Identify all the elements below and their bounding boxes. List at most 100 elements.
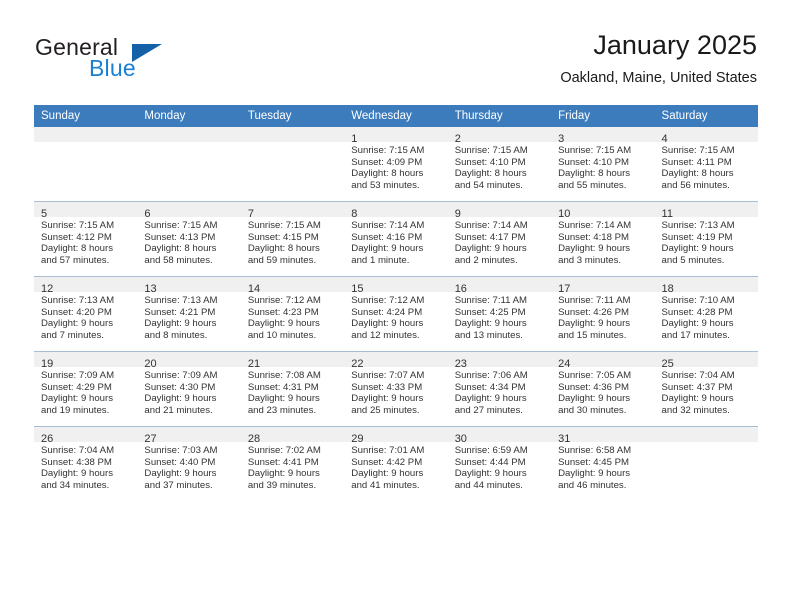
- day-number-band: 24: [551, 352, 655, 370]
- calendar-day-cell[interactable]: 7 Sunrise: 7:15 AM Sunset: 4:15 PM Daylight…: [240, 201, 345, 277]
- daylight-duration-line1: Daylight: 9 hours: [41, 318, 113, 330]
- day-sun-info: Sunrise: 7:14 AM Sunset: 4:17 PM Daylight:…: [448, 217, 551, 266]
- calendar-day-cell[interactable]: 29 Sunrise: 7:01 AM Sunset: 4:42 PM Dayligh…: [344, 426, 448, 501]
- calendar-day-cell[interactable]: 1 Sunrise: 7:15 AM Sunset: 4:09 PM Daylight…: [344, 127, 448, 202]
- calendar-day-cell[interactable]: 11 Sunrise: 7:13 AM Sunset: 4:19 PM Dayligh…: [654, 201, 758, 277]
- day-cell-content: 29 Sunrise: 7:01 AM Sunset: 4:42 PM Dayligh…: [344, 427, 448, 501]
- calendar-day-cell[interactable]: 28 Sunrise: 7:02 AM Sunset: 4:41 PM Dayligh…: [240, 426, 345, 501]
- calendar-day-cell[interactable]: 18 Sunrise: 7:10 AM Sunset: 4:28 PM Dayligh…: [654, 276, 758, 352]
- day-sun-info: Sunrise: 6:58 AM Sunset: 4:45 PM Daylight:…: [551, 442, 654, 491]
- day-number-band: 31: [551, 427, 655, 445]
- daylight-duration-line2: and 55 minutes.: [558, 179, 627, 191]
- calendar-day-cell[interactable]: 17 Sunrise: 7:11 AM Sunset: 4:26 PM Dayligh…: [551, 276, 655, 352]
- calendar-day-cell[interactable]: 24 Sunrise: 7:05 AM Sunset: 4:36 PM Dayligh…: [551, 351, 655, 427]
- calendar-day-cell[interactable]: 4 Sunrise: 7:15 AM Sunset: 4:11 PM Daylight…: [654, 127, 758, 202]
- daylight-duration-line2: and 7 minutes.: [41, 329, 104, 341]
- sunrise-time: Sunrise: 7:13 AM: [661, 220, 735, 231]
- calendar-day-cell[interactable]: 5 Sunrise: 7:15 AM Sunset: 4:12 PM Daylight…: [34, 201, 138, 277]
- calendar-day-cell[interactable]: 26 Sunrise: 7:04 AM Sunset: 4:38 PM Dayligh…: [34, 426, 138, 501]
- calendar-day-cell[interactable]: 13 Sunrise: 7:13 AM Sunset: 4:21 PM Dayligh…: [137, 276, 241, 352]
- sunset-time: Sunset: 4:34 PM: [454, 381, 526, 393]
- daylight-duration-line1: Daylight: 9 hours: [41, 393, 113, 405]
- calendar-day-cell[interactable]: 6 Sunrise: 7:15 AM Sunset: 4:13 PM Daylight…: [137, 201, 241, 277]
- calendar-day-cell[interactable]: 2 Sunrise: 7:15 AM Sunset: 4:10 PM Daylight…: [447, 127, 552, 202]
- sunrise-time: Sunrise: 7:06 AM: [454, 370, 528, 381]
- day-cell-content: 3 Sunrise: 7:15 AM Sunset: 4:10 PM Daylight…: [551, 127, 655, 201]
- sunrise-time: Sunrise: 7:07 AM: [351, 370, 425, 381]
- sunrise-time: Sunrise: 7:08 AM: [247, 370, 321, 381]
- daylight-duration-line1: Daylight: 9 hours: [558, 468, 631, 480]
- daylight-duration-line2: and 19 minutes.: [41, 404, 110, 416]
- calendar-day-cell[interactable]: 31 Sunrise: 6:58 AM Sunset: 4:45 PM Dayligh…: [551, 426, 655, 501]
- calendar-day-cell[interactable]: 16 Sunrise: 7:11 AM Sunset: 4:25 PM Dayligh…: [447, 276, 552, 352]
- day-sun-info: Sunrise: 7:09 AM Sunset: 4:30 PM Daylight:…: [137, 367, 240, 416]
- daylight-duration-line2: and 41 minutes.: [351, 479, 420, 491]
- day-sun-info: Sunrise: 7:15 AM Sunset: 4:11 PM Daylight:…: [655, 142, 758, 191]
- day-number-band: 7: [240, 202, 345, 220]
- calendar-day-cell[interactable]: 22 Sunrise: 7:07 AM Sunset: 4:33 PM Dayligh…: [344, 351, 448, 427]
- day-cell-content: 9 Sunrise: 7:14 AM Sunset: 4:17 PM Daylight…: [447, 202, 552, 276]
- day-number-band: [34, 127, 138, 142]
- calendar-day-cell[interactable]: 19 Sunrise: 7:09 AM Sunset: 4:29 PM Dayligh…: [34, 351, 138, 427]
- day-number: 15: [351, 283, 364, 295]
- daylight-duration-line2: and 56 minutes.: [661, 179, 730, 191]
- day-number-band: 29: [344, 427, 448, 445]
- day-number: 27: [144, 433, 157, 445]
- daylight-duration-line1: Daylight: 9 hours: [247, 318, 320, 330]
- sunset-time: Sunset: 4:41 PM: [247, 456, 319, 468]
- sunrise-time: Sunrise: 7:09 AM: [144, 370, 218, 381]
- calendar-day-cell[interactable]: 9 Sunrise: 7:14 AM Sunset: 4:17 PM Daylight…: [447, 201, 552, 277]
- calendar-day-cell[interactable]: 10 Sunrise: 7:14 AM Sunset: 4:18 PM Dayligh…: [551, 201, 655, 277]
- daylight-duration-line1: Daylight: 9 hours: [144, 393, 217, 405]
- calendar-day-cell[interactable]: 8 Sunrise: 7:14 AM Sunset: 4:16 PM Daylight…: [344, 201, 448, 277]
- daylight-duration-line1: Daylight: 8 hours: [247, 243, 320, 255]
- day-cell-content: 15 Sunrise: 7:12 AM Sunset: 4:24 PM Dayligh…: [344, 277, 448, 351]
- daylight-duration-line2: and 10 minutes.: [247, 329, 317, 341]
- day-sun-info: Sunrise: 7:09 AM Sunset: 4:29 PM Daylight:…: [34, 367, 137, 416]
- day-number-band: 8: [344, 202, 448, 220]
- sunset-time: Sunset: 4:20 PM: [41, 306, 112, 318]
- day-cell-content: 22 Sunrise: 7:07 AM Sunset: 4:33 PM Dayligh…: [344, 352, 448, 426]
- day-cell-content: 20 Sunrise: 7:09 AM Sunset: 4:30 PM Dayligh…: [137, 352, 241, 426]
- day-number-band: 17: [551, 277, 655, 295]
- calendar-day-cell[interactable]: 27 Sunrise: 7:03 AM Sunset: 4:40 PM Dayligh…: [137, 426, 241, 501]
- daylight-duration-line1: Daylight: 9 hours: [454, 393, 527, 405]
- day-number: 12: [41, 283, 54, 295]
- daylight-duration-line1: Daylight: 9 hours: [247, 393, 320, 405]
- calendar-day-cell[interactable]: 12 Sunrise: 7:13 AM Sunset: 4:20 PM Dayligh…: [34, 276, 138, 352]
- calendar-week-row: 1 Sunrise: 7:15 AM Sunset: 4:09 PM Daylight…: [34, 127, 758, 202]
- calendar-day-cell[interactable]: 20 Sunrise: 7:09 AM Sunset: 4:30 PM Dayligh…: [137, 351, 241, 427]
- weekday-header-wednesday: Wednesday: [344, 105, 448, 127]
- calendar-day-cell[interactable]: 14 Sunrise: 7:12 AM Sunset: 4:23 PM Dayligh…: [240, 276, 345, 352]
- calendar-day-cell[interactable]: 23 Sunrise: 7:06 AM Sunset: 4:34 PM Dayligh…: [447, 351, 552, 427]
- calendar-page: General Blue January 2025 Oakland, Maine…: [0, 0, 792, 612]
- sunrise-time: Sunrise: 7:11 AM: [454, 295, 528, 306]
- calendar-day-cell[interactable]: 25 Sunrise: 7:04 AM Sunset: 4:37 PM Dayligh…: [654, 351, 758, 427]
- day-number: 26: [41, 433, 54, 445]
- daylight-duration-line1: Daylight: 8 hours: [454, 168, 527, 180]
- day-cell-content: 14 Sunrise: 7:12 AM Sunset: 4:23 PM Dayligh…: [240, 277, 345, 351]
- day-number-band: 22: [344, 352, 448, 370]
- daylight-duration-line2: and 59 minutes.: [247, 254, 317, 266]
- calendar-day-cell[interactable]: 30 Sunrise: 6:59 AM Sunset: 4:44 PM Dayligh…: [447, 426, 552, 501]
- calendar-day-cell[interactable]: 3 Sunrise: 7:15 AM Sunset: 4:10 PM Daylight…: [551, 127, 655, 202]
- day-number: 25: [661, 358, 674, 370]
- daylight-duration-line1: Daylight: 9 hours: [144, 468, 217, 480]
- sunrise-time: Sunrise: 6:58 AM: [558, 445, 632, 456]
- daylight-duration-line2: and 54 minutes.: [454, 179, 523, 191]
- day-number-band: 23: [447, 352, 552, 370]
- daylight-duration-line2: and 2 minutes.: [454, 254, 518, 266]
- sunrise-time: Sunrise: 7:03 AM: [144, 445, 218, 456]
- logo-text-blue: Blue: [89, 55, 136, 81]
- day-number-band: 15: [344, 277, 448, 295]
- sunset-time: Sunset: 4:44 PM: [454, 456, 526, 468]
- daylight-duration-line2: and 58 minutes.: [144, 254, 213, 266]
- day-number: 16: [454, 283, 467, 295]
- day-sun-info: Sunrise: 7:15 AM Sunset: 4:10 PM Daylight:…: [551, 142, 654, 191]
- day-cell-content: 5 Sunrise: 7:15 AM Sunset: 4:12 PM Daylight…: [34, 202, 138, 276]
- daylight-duration-line1: Daylight: 9 hours: [661, 393, 734, 405]
- calendar-day-cell[interactable]: 21 Sunrise: 7:08 AM Sunset: 4:31 PM Dayligh…: [240, 351, 345, 427]
- daylight-duration-line1: Daylight: 9 hours: [351, 318, 424, 330]
- calendar-day-cell[interactable]: 15 Sunrise: 7:12 AM Sunset: 4:24 PM Dayligh…: [344, 276, 448, 352]
- sunrise-time: Sunrise: 7:15 AM: [454, 145, 528, 156]
